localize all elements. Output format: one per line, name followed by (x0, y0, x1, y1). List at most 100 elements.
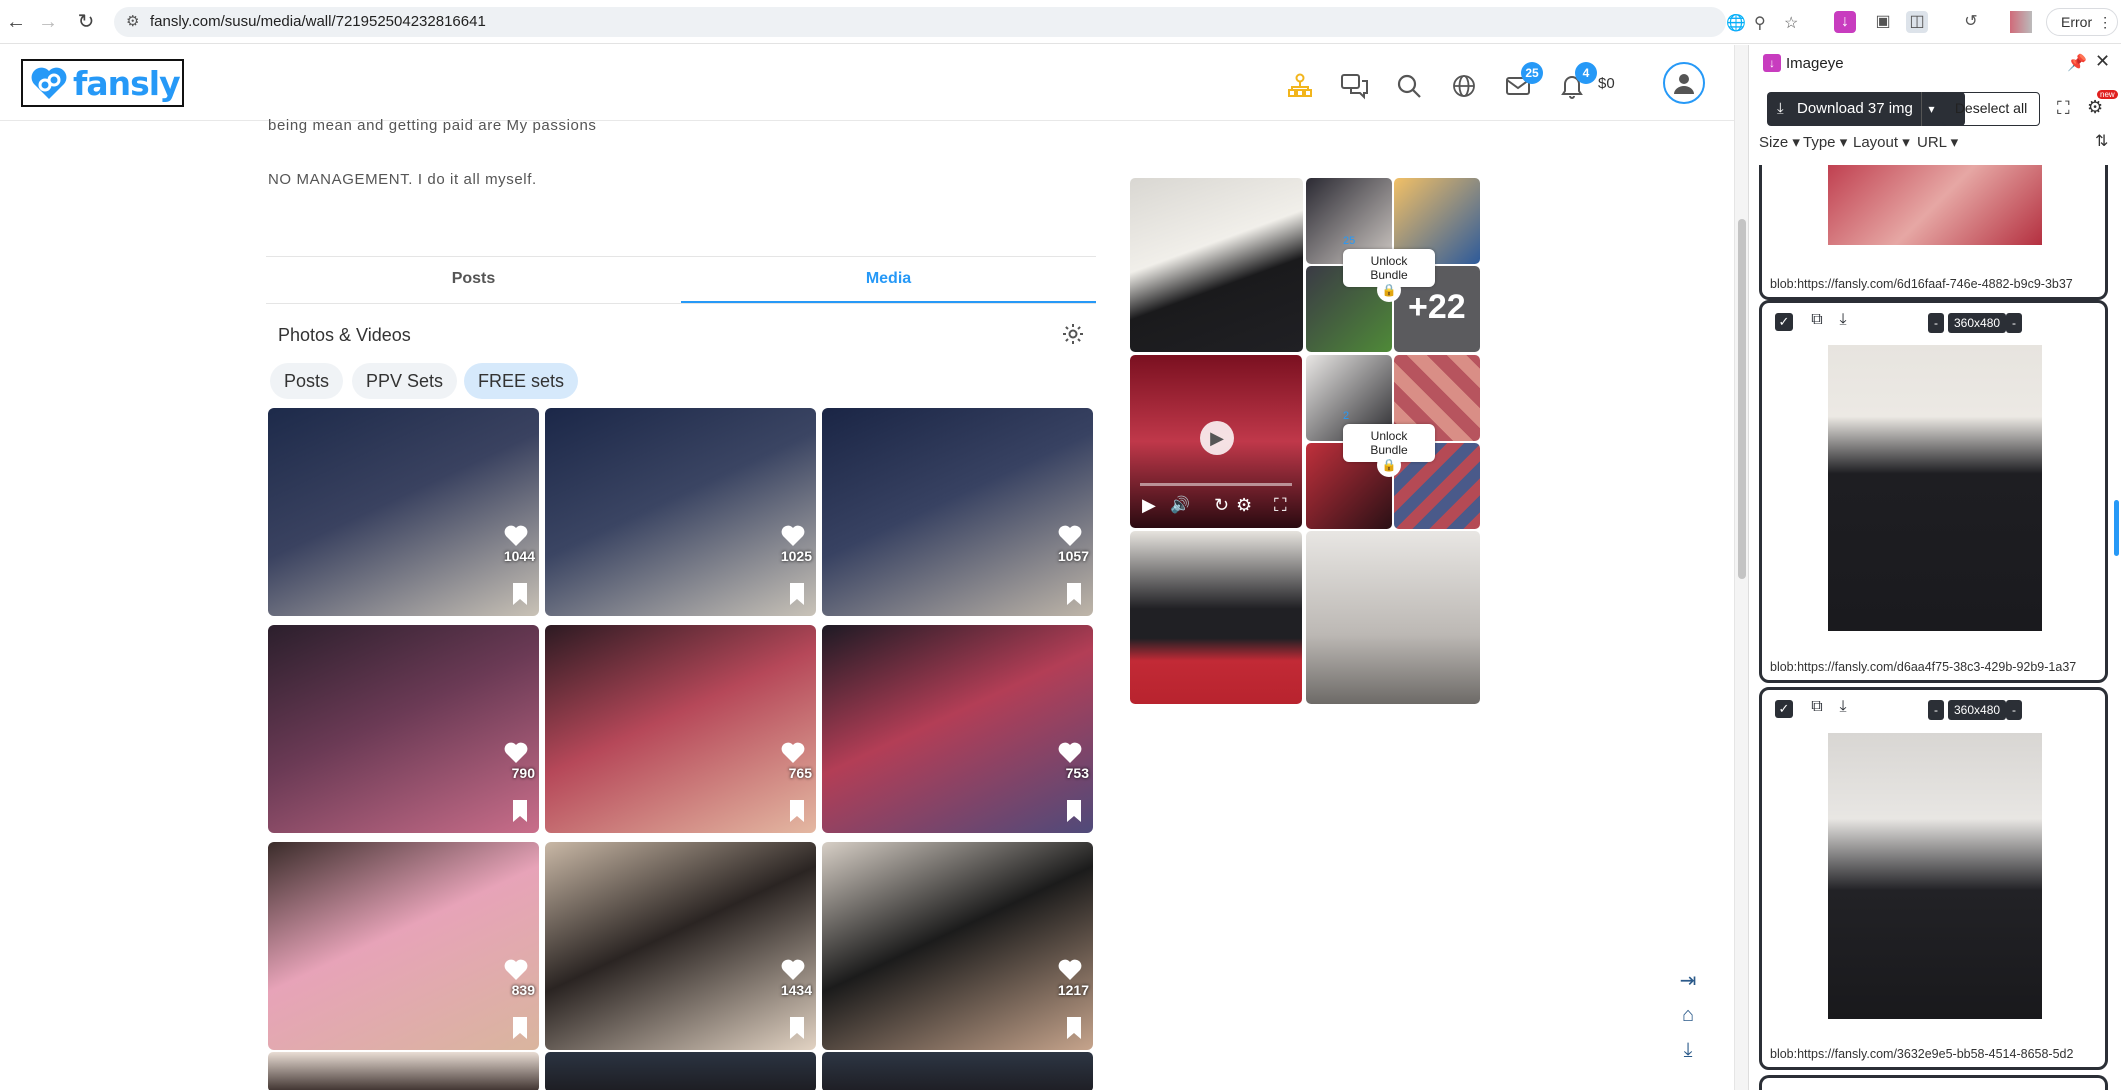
media-tile-partial[interactable] (822, 1052, 1093, 1090)
open-in-new-tab-icon[interactable]: ⧉ (1806, 311, 1828, 333)
fullscreen-icon[interactable]: ⛶ (1274, 495, 1287, 516)
bookmark-icon[interactable] (511, 1016, 529, 1040)
panel-scrollbar-thumb[interactable] (2114, 500, 2119, 556)
page-scrollbar[interactable] (1734, 45, 1748, 1090)
deselect-all-button[interactable]: Deselect all (1942, 92, 2040, 126)
filter-chip-free-sets[interactable]: FREE sets (464, 363, 579, 399)
filter-chip-ppv-sets[interactable]: PPV Sets (352, 363, 458, 399)
media-tile[interactable] (1306, 531, 1480, 704)
media-tile-partial[interactable] (268, 1052, 539, 1090)
reload-icon[interactable]: ↻ (74, 10, 98, 34)
screenshot-icon[interactable]: ⛶ (2057, 98, 2070, 119)
bookmark-icon[interactable] (1065, 582, 1083, 606)
filter-type[interactable]: Type ▾ (1803, 133, 1847, 151)
heart-icon[interactable] (1057, 958, 1083, 982)
image-card[interactable]: blob:https://fansly.com/6d16faaf-746e-48… (1759, 165, 2108, 300)
play-overlay-icon[interactable]: ▶ (1200, 421, 1234, 455)
zoom-icon[interactable]: ⚲ (1754, 13, 1766, 33)
site-info-icon[interactable]: ⚙ (126, 12, 139, 30)
download-options-chevron-icon[interactable]: ▾ (1921, 92, 1941, 126)
history-icon[interactable]: ↺ (1960, 11, 1982, 33)
settings-gear-icon[interactable]: ⚙ (2087, 97, 2103, 118)
login-icon[interactable]: ⇥ (1667, 963, 1709, 997)
panel-scrollbar[interactable] (2113, 165, 2121, 1085)
bookmark-star-icon[interactable]: ☆ (1784, 13, 1798, 33)
select-checkbox[interactable]: ✓ (1775, 313, 1793, 331)
page-scrollbar-thumb[interactable] (1738, 219, 1746, 579)
side-panel-icon[interactable]: ◫ (1906, 11, 1928, 33)
image-thumbnail[interactable] (1828, 733, 2042, 1019)
heart-icon[interactable] (780, 524, 806, 548)
profile-icon[interactable] (2010, 11, 2032, 33)
creator-network-icon[interactable] (1285, 71, 1315, 101)
video-progress-bar[interactable] (1140, 483, 1292, 486)
profile-error-button[interactable]: Error ⋮ (2046, 8, 2118, 36)
avatar[interactable] (1663, 62, 1705, 104)
image-card[interactable]: ✓ ⧉ ⤓ - 360x480 - blob:https://fansly.co… (1759, 300, 2108, 683)
heart-icon[interactable] (503, 524, 529, 548)
loop-icon[interactable]: ↻ (1214, 495, 1229, 516)
media-tile-partial[interactable] (545, 1052, 816, 1090)
media-tile[interactable]: 1025 (545, 408, 816, 616)
download-icon[interactable]: ⤓ (1667, 1033, 1709, 1067)
media-tile[interactable]: 1044 (268, 408, 539, 616)
bookmark-icon[interactable] (1065, 799, 1083, 823)
filter-layout[interactable]: Layout ▾ (1853, 133, 1910, 151)
bookmark-icon[interactable] (1065, 1016, 1083, 1040)
video-settings-icon[interactable]: ⚙ (1236, 495, 1252, 516)
translate-icon[interactable]: 🌐 (1726, 13, 1746, 33)
size-plus-button[interactable]: - (2006, 700, 2022, 720)
close-icon[interactable]: ✕ (2095, 51, 2110, 72)
globe-icon[interactable] (1449, 71, 1479, 101)
media-tile[interactable]: 1434 (545, 842, 816, 1050)
heart-icon[interactable] (503, 741, 529, 765)
chat-icon[interactable] (1340, 71, 1370, 101)
back-icon[interactable]: ← (4, 10, 28, 34)
extensions-icon[interactable]: ▣ (1872, 11, 1894, 33)
heart-icon[interactable] (503, 958, 529, 982)
tab-media[interactable]: Media (681, 257, 1096, 303)
filter-chip-posts[interactable]: Posts (270, 363, 344, 399)
search-icon[interactable] (1394, 71, 1424, 101)
address-bar[interactable]: ⚙ fansly.com/susu/media/wall/72195250423… (114, 7, 1798, 37)
imageye-extension-icon[interactable]: ↓ (1834, 11, 1856, 33)
media-tile[interactable] (1130, 531, 1302, 704)
size-plus-button[interactable]: - (2006, 313, 2022, 333)
gear-icon[interactable] (1061, 322, 1085, 346)
media-tile[interactable]: 1057 (822, 408, 1093, 616)
video-player[interactable]: ▶ ▶ 🔊 ↻ ⚙ ⛶ (1130, 355, 1302, 528)
bookmark-icon[interactable] (511, 799, 529, 823)
bookmark-icon[interactable] (788, 1016, 806, 1040)
bookmark-icon[interactable] (788, 582, 806, 606)
bookmark-icon[interactable] (788, 799, 806, 823)
image-card[interactable]: ✓ ⧉ ⤓ - 360x480 - blob:https://fansly.co… (1759, 687, 2108, 1070)
volume-icon[interactable]: 🔊 (1170, 495, 1190, 515)
url-text[interactable]: fansly.com/susu/media/wall/7219525042328… (150, 13, 486, 30)
sort-icon[interactable]: ⇅ (2095, 131, 2108, 151)
heart-icon[interactable] (1057, 524, 1083, 548)
size-minus-button[interactable]: - (1928, 700, 1944, 720)
heart-icon[interactable] (1057, 741, 1083, 765)
wallet-balance[interactable]: $0 (1598, 75, 1615, 92)
media-tile[interactable]: 765 (545, 625, 816, 833)
image-thumbnail[interactable] (1828, 345, 2042, 631)
filter-size[interactable]: Size ▾ (1759, 133, 1800, 151)
play-icon[interactable]: ▶ (1142, 495, 1156, 516)
forward-icon[interactable]: → (36, 10, 60, 34)
media-tile[interactable]: 753 (822, 625, 1093, 833)
filter-url[interactable]: URL ▾ (1917, 133, 1958, 151)
home-icon[interactable]: ⌂ (1667, 998, 1709, 1032)
download-image-icon[interactable]: ⤓ (1832, 698, 1854, 720)
media-tile[interactable]: 839 (268, 842, 539, 1050)
image-thumbnail[interactable] (1828, 165, 2042, 245)
featured-media-tile[interactable] (1130, 178, 1303, 352)
image-card[interactable] (1759, 1075, 2108, 1090)
heart-icon[interactable] (780, 958, 806, 982)
heart-icon[interactable] (780, 741, 806, 765)
media-tile[interactable]: 790 (268, 625, 539, 833)
open-in-new-tab-icon[interactable]: ⧉ (1806, 698, 1828, 720)
tab-posts[interactable]: Posts (266, 257, 681, 303)
media-tile[interactable]: 1217 (822, 842, 1093, 1050)
download-image-icon[interactable]: ⤓ (1832, 311, 1854, 333)
pin-icon[interactable]: 📌 (2067, 53, 2087, 73)
